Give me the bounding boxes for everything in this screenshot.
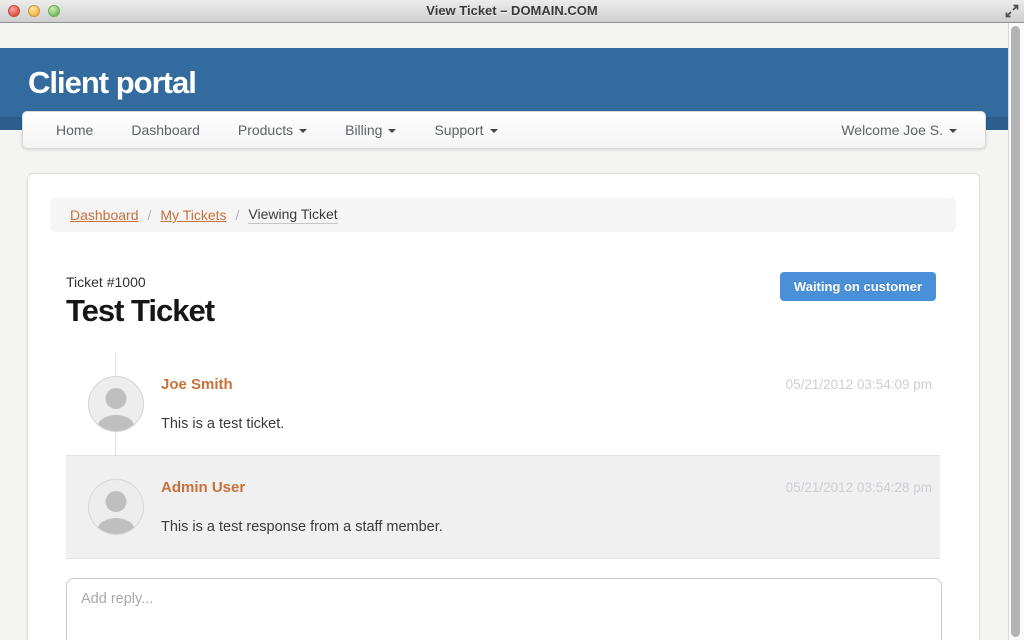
chevron-down-icon — [299, 129, 307, 133]
window-title: View Ticket – DOMAIN.COM — [0, 0, 1024, 22]
nav-label: Billing — [345, 122, 382, 138]
ticket-header: Ticket #1000 Test Ticket Waiting on cust… — [66, 274, 941, 328]
user-menu-label: Welcome Joe S. — [841, 122, 943, 138]
message-thread: Joe Smith 05/21/2012 03:54:09 pm This is… — [66, 353, 940, 559]
avatar — [88, 376, 144, 432]
nav-item-home[interactable]: Home — [37, 112, 112, 148]
chevron-down-icon — [949, 129, 957, 133]
ticket-heading-group: Ticket #1000 Test Ticket — [66, 274, 214, 328]
nav-label: Home — [56, 122, 93, 138]
message-timestamp: 05/21/2012 03:54:28 pm — [786, 480, 932, 495]
message-timestamp: 05/21/2012 03:54:09 pm — [786, 377, 932, 392]
nav-item-products[interactable]: Products — [219, 112, 326, 148]
main-navbar: Home Dashboard Products Billing Support — [22, 111, 986, 149]
breadcrumb-separator: / — [236, 207, 240, 223]
browser-content: Client portal Home Dashboard Products Bi… — [0, 23, 1024, 640]
person-icon — [106, 491, 127, 512]
nav-label: Products — [238, 122, 293, 138]
person-icon — [106, 388, 127, 409]
nav-item-support[interactable]: Support — [415, 112, 516, 148]
message-body: This is a test response from a staff mem… — [161, 519, 930, 535]
avatar — [88, 479, 144, 535]
user-menu[interactable]: Welcome Joe S. — [822, 112, 971, 148]
app-window: View Ticket – DOMAIN.COM Client portal H… — [0, 0, 1024, 640]
breadcrumb-my-tickets[interactable]: My Tickets — [160, 207, 226, 223]
status-badge: Waiting on customer — [780, 272, 936, 301]
chevron-down-icon — [388, 129, 396, 133]
ticket-id: Ticket #1000 — [66, 274, 214, 290]
chevron-down-icon — [490, 129, 498, 133]
person-icon — [97, 415, 135, 432]
vertical-scrollbar[interactable] — [1008, 23, 1024, 640]
message-row: Admin User 05/21/2012 03:54:28 pm This i… — [66, 455, 940, 559]
nav-item-billing[interactable]: Billing — [326, 112, 415, 148]
reply-input[interactable] — [66, 578, 942, 640]
nav-item-dashboard[interactable]: Dashboard — [112, 112, 219, 148]
page: Client portal Home Dashboard Products Bi… — [0, 23, 1008, 640]
brand-title: Client portal — [28, 65, 196, 101]
breadcrumb-dashboard[interactable]: Dashboard — [70, 207, 139, 223]
resize-icon[interactable] — [1005, 4, 1019, 18]
nav-label: Support — [434, 122, 483, 138]
breadcrumb-current: Viewing Ticket — [248, 206, 337, 224]
breadcrumb-separator: / — [148, 207, 152, 223]
brand-header: Client portal — [0, 48, 1008, 117]
ticket-card: Dashboard / My Tickets / Viewing Ticket … — [27, 173, 980, 640]
message-row: Joe Smith 05/21/2012 03:54:09 pm This is… — [66, 353, 940, 455]
person-icon — [97, 518, 135, 535]
page-title: Test Ticket — [66, 295, 214, 328]
titlebar: View Ticket – DOMAIN.COM — [0, 0, 1024, 23]
breadcrumb: Dashboard / My Tickets / Viewing Ticket — [50, 198, 956, 232]
scrollbar-thumb[interactable] — [1011, 26, 1020, 637]
message-body: This is a test ticket. — [161, 416, 930, 432]
nav-label: Dashboard — [131, 122, 200, 138]
